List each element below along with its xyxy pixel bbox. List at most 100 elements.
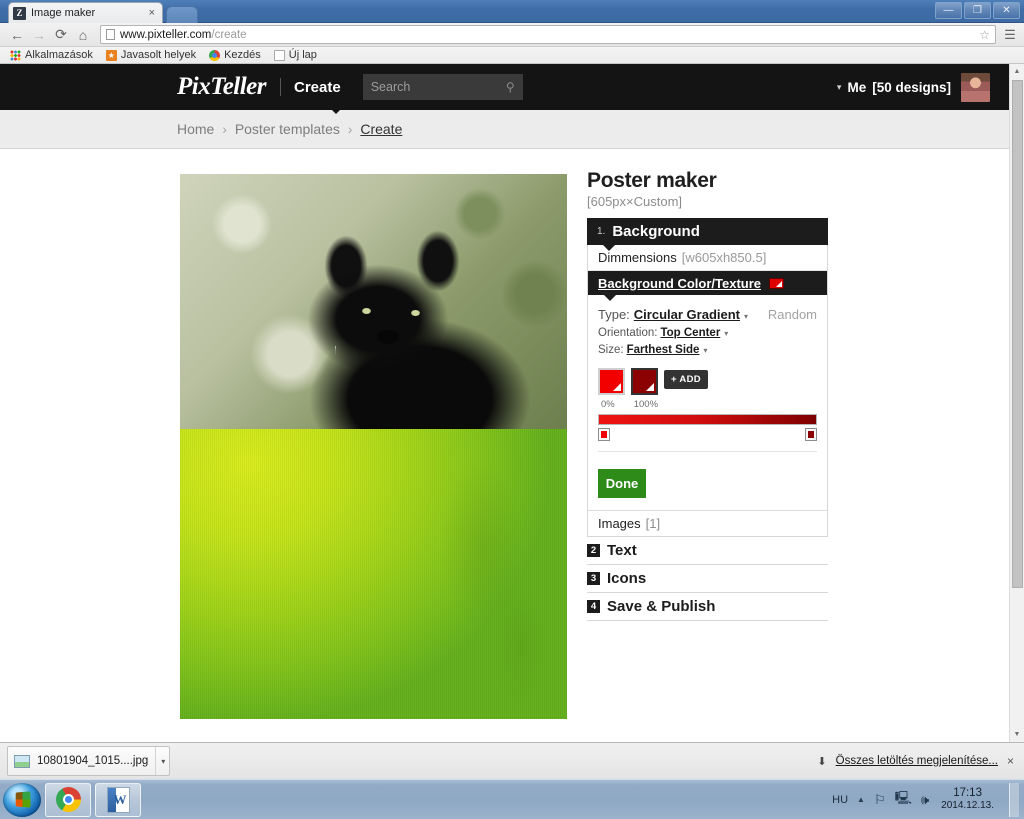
scroll-up-icon[interactable]: ▲ [1010,64,1024,79]
forward-icon[interactable]: → [28,27,50,43]
start-button[interactable] [3,782,41,817]
bookmark-star-icon[interactable]: ☆ [979,28,990,42]
orientation-label: Orientation: [598,327,658,339]
row-gradient-size: Size: Farthest Side ▾ [598,344,817,356]
gradient-preview-bar[interactable] [598,414,817,425]
breadcrumb-item-home[interactable]: Home [177,121,214,137]
panther-muzzle [377,330,399,344]
chrome-menu-icon[interactable]: ☰ [1002,27,1018,43]
window-title-bar: Z Image maker × — ❐ ✕ [0,0,1024,23]
size-value-dropdown[interactable]: Farthest Side [627,344,700,356]
network-icon[interactable]: 🖳 [895,789,912,811]
orientation-value-dropdown[interactable]: Top Center [660,327,720,339]
address-bar[interactable]: www.pixteller.com/create ☆ [100,25,996,44]
breadcrumb: Home › Poster templates › Create [177,121,402,137]
nav-create-link[interactable]: Create [294,79,341,96]
search-icon[interactable]: ⚲ [506,80,515,94]
breadcrumb-item-poster-templates[interactable]: Poster templates [235,121,340,137]
gradient-stop-swatch-1[interactable] [598,368,625,395]
gradient-stop-1-percent: 0% [601,399,615,410]
section-body-background: Dimmensions [w605xh850.5] Background Col… [587,245,828,537]
window-controls: — ❐ ✕ [935,2,1020,19]
windows-logo-icon [15,791,30,808]
background-color-swatch[interactable] [769,277,785,289]
avatar[interactable] [961,72,990,102]
panther-eye-right [411,310,420,316]
add-color-stop-button[interactable]: + ADD [664,370,708,389]
row-gradient-type: Type: Circular Gradient ▾ Random [598,307,817,322]
close-tab-icon[interactable]: × [146,7,158,19]
section-header-background[interactable]: 1. Background [587,218,828,251]
new-tab-button[interactable] [166,6,198,23]
canvas-photo-panther[interactable] [180,174,567,429]
chevron-down-icon: ▾ [836,81,842,92]
page-info-icon [106,29,115,40]
breadcrumb-item-create[interactable]: Create [360,121,402,137]
search-input[interactable]: Search ⚲ [362,74,523,100]
bookmark-star-icon [105,49,117,61]
taskbar-item-word[interactable] [95,782,141,817]
header-divider [280,78,282,96]
clock-time: 17:13 [953,787,982,800]
scroll-down-icon[interactable]: ▼ [1010,727,1024,742]
page-title: Poster maker [587,169,717,192]
section-text[interactable]: 2 Text [587,537,828,565]
restore-button[interactable]: ❐ [964,2,991,19]
pixteller-logo[interactable]: PixTeller [177,73,267,101]
home-icon[interactable]: ⌂ [72,27,94,43]
account-menu[interactable]: ▾ Me [50 designs] [836,72,990,102]
section-icons[interactable]: 3 Icons [587,565,828,593]
type-value-dropdown[interactable]: Circular Gradient [634,307,740,322]
chrome-icon [209,49,221,61]
row-dimensions[interactable]: Dimmensions [w605xh850.5] [588,245,827,271]
download-menu-icon[interactable]: ▾ [155,747,165,775]
action-flag-icon[interactable]: ⚐ [874,792,886,808]
section-save-publish[interactable]: 4 Save & Publish [587,593,828,621]
row-background-color-texture[interactable]: Background Color/Texture [588,271,827,301]
page-viewport: PixTeller Create Search ⚲ ▾ Me [50 desig… [0,64,1024,742]
clock-date: 2014.12.13. [941,800,994,812]
page-scrollbar[interactable]: ▲ ▼ [1009,64,1024,742]
section-label: Text [607,542,637,559]
bookmark-suggested-sites[interactable]: Javasolt helyek [101,49,201,61]
design-canvas[interactable] [180,174,567,719]
chevron-down-icon[interactable]: ▾ [703,346,707,355]
back-icon[interactable]: ← [6,27,28,43]
row-images[interactable]: Images [1] [588,510,827,536]
close-window-button[interactable]: ✕ [993,2,1020,19]
bookmark-apps[interactable]: Alkalmazások [5,49,98,61]
gradient-slider-handles [598,428,817,445]
tab-title: Image maker [31,7,96,19]
chevron-down-icon[interactable]: ▾ [744,312,748,321]
language-indicator[interactable]: HU [832,794,848,806]
section-number: 1. [597,226,606,237]
show-hidden-icons-icon[interactable]: ▲ [857,795,865,804]
show-desktop-button[interactable] [1009,782,1019,817]
bookmark-new-tab[interactable]: Új lap [269,49,322,61]
done-button[interactable]: Done [598,469,646,498]
download-bar: 10801904_1015....jpg ▾ ⬇ Összes letöltés… [0,742,1024,779]
gradient-handle-2[interactable] [805,428,817,441]
gradient-handle-1[interactable] [598,428,610,441]
panther-whiskers [335,346,455,382]
scrollbar-thumb[interactable] [1012,80,1023,588]
canvas-background-gradient[interactable] [180,429,567,719]
browser-tab[interactable]: Z Image maker × [8,2,163,23]
close-download-bar-icon[interactable]: × [1007,754,1014,768]
show-all-downloads-link[interactable]: Összes letöltés megjelenítése... [836,755,998,767]
chevron-down-icon[interactable]: ▾ [724,329,728,338]
images-label: Images [598,516,641,531]
gradient-stop-swatch-2[interactable] [631,368,658,395]
page-subtitle: [605px×Custom] [587,194,683,209]
download-item[interactable]: 10801904_1015....jpg ▾ [7,746,171,776]
section-number: 4 [587,600,600,613]
dimensions-value: [w605xh850.5] [681,250,767,265]
clock[interactable]: 17:13 2014.12.13. [941,787,994,812]
reload-icon[interactable]: ⟳ [50,26,72,43]
bookmark-start[interactable]: Kezdés [204,49,266,61]
volume-icon[interactable]: 🕪 [921,792,929,808]
minimize-button[interactable]: — [935,2,962,19]
taskbar-item-chrome[interactable] [45,782,91,817]
random-button[interactable]: Random [768,307,817,322]
type-label: Type: [598,307,630,322]
